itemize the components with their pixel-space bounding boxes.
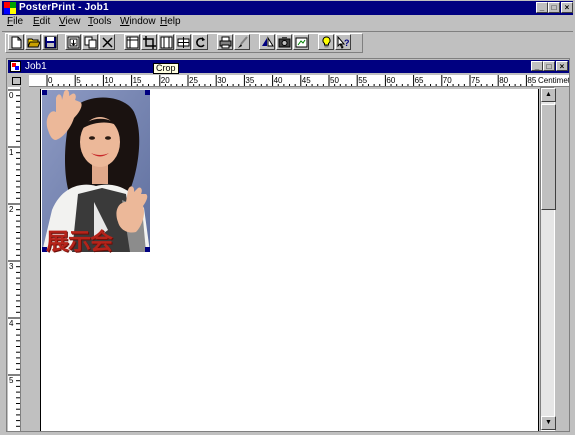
copy-icon <box>84 36 97 49</box>
import-icon <box>67 36 80 49</box>
scroll-down-button[interactable]: ▼ <box>541 416 556 430</box>
ruler-unit-label: Centimeter <box>537 75 569 86</box>
window-title: PosterPrint - Job1 <box>19 2 109 13</box>
page-layout-button[interactable] <box>124 34 140 50</box>
vertical-scrollbar[interactable]: ▲ ▼ <box>540 87 556 431</box>
selection-handle-br[interactable] <box>145 247 150 252</box>
doc-maximize-button[interactable]: □ <box>543 61 555 71</box>
toolbar: ? <box>2 31 573 53</box>
h-ruler-label: 20 <box>161 76 170 85</box>
v-ruler-label: 3 <box>9 262 14 271</box>
scroll-thumb[interactable] <box>541 104 556 210</box>
open-icon <box>27 38 40 48</box>
save-button[interactable] <box>42 34 58 50</box>
h-ruler-label: 10 <box>104 76 113 85</box>
crop-button[interactable] <box>141 34 157 50</box>
v-ruler-label: 2 <box>9 205 14 214</box>
document-title: Job1 <box>25 61 47 72</box>
h-ruler-label: 85 <box>527 76 536 85</box>
brush-icon <box>238 36 248 48</box>
flip-icon <box>262 36 274 47</box>
scroll-up-button[interactable]: ▲ <box>541 88 556 102</box>
tooltip: Crop <box>153 63 179 74</box>
context-help-icon: ? <box>337 36 350 49</box>
title-bar[interactable]: PosterPrint - Job1 _ □ × <box>2 1 573 15</box>
context-help-button[interactable]: ? <box>335 34 351 50</box>
hint-icon <box>322 36 331 48</box>
h-ruler-label: 55 <box>358 76 367 85</box>
menu-tools[interactable]: Tools <box>88 16 111 28</box>
v-ruler-label: 0 <box>9 91 14 100</box>
import-button[interactable] <box>65 34 81 50</box>
camera-button[interactable] <box>276 34 292 50</box>
h-ruler-label: 30 <box>217 76 226 85</box>
selection-handle-tr[interactable] <box>145 90 150 95</box>
svg-text:?: ? <box>344 38 350 48</box>
horizontal-ruler-scale: 0 5 10 15 20 25 30 35 40 45 50 55 60 65 70 75 80 85 <box>46 75 550 86</box>
menu-bar: File Edit View Tools Window Help <box>2 16 573 29</box>
crop-icon <box>143 36 156 49</box>
h-ruler-label: 5 <box>76 76 81 85</box>
document-title-bar[interactable]: Job1 _ □ × <box>8 60 569 73</box>
app-icon[interactable] <box>4 2 16 14</box>
menu-edit[interactable]: Edit <box>33 16 50 28</box>
image-caption: 展示会 <box>46 229 113 255</box>
h-ruler-label: 80 <box>499 76 508 85</box>
h-ruler-label: 25 <box>189 76 198 85</box>
maximize-button[interactable]: □ <box>548 2 560 13</box>
close-button[interactable]: × <box>561 2 573 13</box>
vertical-ruler[interactable]: 0123456 <box>8 87 21 431</box>
flip-button[interactable] <box>259 34 275 50</box>
h-ruler-label: 50 <box>330 76 339 85</box>
h-ruler-label: 0 <box>48 76 53 85</box>
v-ruler-label: 5 <box>9 376 14 385</box>
h-ruler-label: 40 <box>274 76 283 85</box>
print-icon <box>219 36 232 49</box>
doc-close-button[interactable]: × <box>556 61 568 71</box>
new-icon <box>11 36 22 49</box>
vertical-ruler-scale: 0123456 <box>8 89 20 427</box>
h-ruler-label: 15 <box>133 76 142 85</box>
brush-button[interactable] <box>234 34 250 50</box>
ruler-origin-box[interactable] <box>12 77 21 85</box>
split-icon <box>177 37 190 48</box>
h-ruler-label: 75 <box>471 76 480 85</box>
copy-button[interactable] <box>82 34 98 50</box>
effects-button[interactable] <box>293 34 309 50</box>
effects-icon <box>295 37 308 48</box>
v-ruler-label: 1 <box>9 148 14 157</box>
rotate-icon <box>196 37 205 48</box>
selection-handle-tl[interactable] <box>42 90 47 95</box>
menu-view[interactable]: View <box>59 16 81 28</box>
hint-button[interactable] <box>318 34 334 50</box>
minimize-button[interactable]: _ <box>536 2 548 13</box>
save-icon <box>44 36 57 49</box>
poster-print-window: PosterPrint - Job1 _ □ × File Edit View … <box>0 0 575 435</box>
ruler-corner[interactable] <box>8 75 29 87</box>
fit-width-icon <box>160 36 173 49</box>
delete-button[interactable] <box>99 34 115 50</box>
horizontal-ruler[interactable]: 0 5 10 15 20 25 30 35 40 45 50 55 60 65 70 75 80 85 Centi… <box>29 75 569 87</box>
h-ruler-label: 60 <box>386 76 395 85</box>
print-button[interactable] <box>217 34 233 50</box>
split-button[interactable] <box>175 34 191 50</box>
v-ruler-label: 4 <box>9 319 14 328</box>
doc-minimize-button[interactable]: _ <box>531 61 543 71</box>
page-layout-icon <box>126 36 139 49</box>
rotate-button[interactable] <box>192 34 208 50</box>
h-ruler-label: 45 <box>302 76 311 85</box>
open-button[interactable] <box>25 34 41 50</box>
document-icon[interactable] <box>10 61 21 72</box>
menu-help[interactable]: Help <box>160 16 181 28</box>
h-ruler-label: 35 <box>245 76 254 85</box>
h-ruler-label: 70 <box>443 76 452 85</box>
delete-icon <box>102 37 113 48</box>
new-button[interactable] <box>8 34 24 50</box>
camera-icon <box>278 37 291 48</box>
menu-file[interactable]: File <box>7 16 23 28</box>
h-ruler-label: 65 <box>415 76 424 85</box>
fit-width-button[interactable] <box>158 34 174 50</box>
menu-window[interactable]: Window <box>120 16 156 28</box>
